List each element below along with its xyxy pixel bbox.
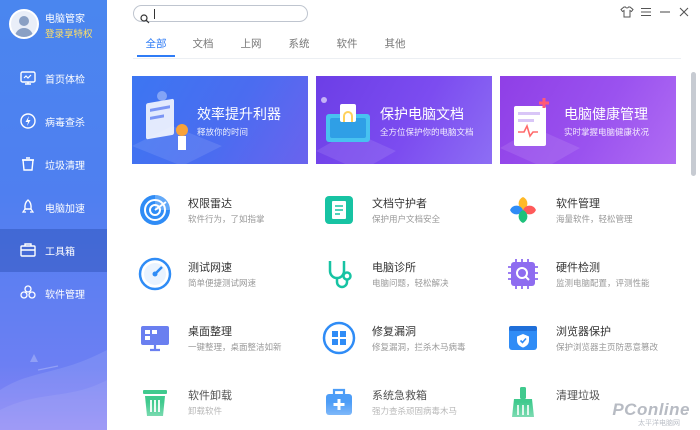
window-controls xyxy=(618,4,692,20)
banner-efficiency[interactable]: 效率提升利器 释放你的时间 xyxy=(132,76,308,164)
tool-subtitle: 简单便捷测试网速 xyxy=(188,279,257,289)
tool-software-manager[interactable]: 软件管理 海量软件，轻松管理 xyxy=(506,193,681,237)
banner-health[interactable]: 电脑健康管理 实时掌握电脑健康状况 xyxy=(500,76,676,164)
tool-browser-protect[interactable]: 浏览器保护 保护浏览器主页防恶意篡改 xyxy=(506,321,681,365)
banner-title: 保护电脑文档 xyxy=(380,107,464,123)
windows-patch-icon xyxy=(322,321,358,357)
broom-icon xyxy=(506,385,542,421)
minimize-icon[interactable] xyxy=(656,4,673,20)
menu-icon[interactable] xyxy=(637,4,654,20)
avatar[interactable] xyxy=(9,9,39,39)
tool-subtitle: 保护用户文档安全 xyxy=(372,215,441,225)
skin-icon[interactable] xyxy=(618,4,635,20)
lightning-shield-icon xyxy=(19,112,37,130)
tool-title: 修复漏洞 xyxy=(372,325,416,338)
sidebar-item-label: 工具箱 xyxy=(45,247,75,258)
tool-document-guard[interactable]: 文档守护者 保护用户文档安全 xyxy=(322,193,497,237)
sidebar-nav: 首页体检 病毒查杀 垃圾清理 电脑加速 工具箱 软件管理 xyxy=(0,57,107,315)
speedometer-icon xyxy=(138,257,174,293)
search-input[interactable] xyxy=(153,7,303,20)
sidebar-item-label: 电脑加速 xyxy=(45,204,85,215)
tool-title: 权限雷达 xyxy=(188,197,232,210)
vertical-scrollbar[interactable] xyxy=(691,72,696,176)
app-title: 电脑管家 xyxy=(45,14,85,25)
login-link[interactable]: 登录享特权 xyxy=(45,26,93,40)
banner-protect-docs[interactable]: 保护电脑文档 全方位保护你的电脑文档 xyxy=(316,76,492,164)
sidebar-item-label: 垃圾清理 xyxy=(45,161,85,172)
software-icon xyxy=(19,284,37,302)
browser-shield-icon xyxy=(506,321,542,357)
tool-subtitle: 卸载软件 xyxy=(188,407,223,417)
tool-fix-vulnerabilities[interactable]: 修复漏洞 修复漏洞，拦杀木马病毒 xyxy=(322,321,497,365)
tool-speed-test[interactable]: 测试网速 简单便捷测试网速 xyxy=(138,257,313,301)
sidebar-item-label: 首页体检 xyxy=(45,75,85,86)
tool-uninstall[interactable]: 软件卸载 卸载软件 xyxy=(138,385,313,429)
radar-icon xyxy=(138,193,174,229)
sidebar-item-software[interactable]: 软件管理 xyxy=(0,272,107,315)
tool-title: 文档守护者 xyxy=(372,197,427,210)
tool-title: 软件管理 xyxy=(556,197,600,210)
sidebar-item-speedup[interactable]: 电脑加速 xyxy=(0,186,107,229)
tab-software[interactable]: 软件 xyxy=(323,34,371,56)
tool-subtitle: 修复漏洞，拦杀木马病毒 xyxy=(372,343,466,353)
sidebar: 电脑管家 登录享特权 首页体检 病毒查杀 垃圾清理 电脑加速 工具箱 软件管理 xyxy=(0,0,107,430)
tab-documents[interactable]: 文档 xyxy=(179,34,227,56)
banner-title: 电脑健康管理 xyxy=(564,107,648,123)
tool-title: 系统急救箱 xyxy=(372,389,427,402)
desktop-icon xyxy=(138,321,174,357)
tool-title: 电脑诊所 xyxy=(372,261,416,274)
tool-title: 浏览器保护 xyxy=(556,325,611,338)
banner-title: 效率提升利器 xyxy=(197,107,281,123)
tool-title: 桌面整理 xyxy=(188,325,232,338)
software-manager-icon xyxy=(506,193,542,229)
tool-subtitle: 海量软件，轻松管理 xyxy=(556,215,633,225)
tool-permission-radar[interactable]: 权限雷达 软件行为，了如指掌 xyxy=(138,193,313,237)
sidebar-item-toolbox[interactable]: 工具箱 xyxy=(0,229,107,272)
tool-subtitle: 强力查杀顽固病毒木马 xyxy=(372,407,458,417)
tool-title: 硬件检测 xyxy=(556,261,600,274)
sidebar-decoration xyxy=(0,350,107,430)
toolbox-icon xyxy=(19,241,37,259)
tool-subtitle: 一键整理，桌面整洁如新 xyxy=(188,343,282,353)
tab-divider xyxy=(133,58,681,59)
search-icon xyxy=(140,9,150,24)
sidebar-item-antivirus[interactable]: 病毒查杀 xyxy=(0,100,107,143)
tool-title: 清理垃圾 xyxy=(556,389,600,402)
tool-subtitle: 保护浏览器主页防恶意篡改 xyxy=(556,343,659,353)
trash-icon xyxy=(19,155,37,173)
sidebar-header: 电脑管家 登录享特权 xyxy=(0,0,107,48)
tool-hardware-check[interactable]: 硬件检测 监测电脑配置，评测性能 xyxy=(506,257,681,301)
sidebar-item-checkup[interactable]: 首页体检 xyxy=(0,57,107,100)
watermark-subtitle: 太平洋电脑网 xyxy=(638,419,680,427)
tab-system[interactable]: 系统 xyxy=(275,34,323,56)
monitor-icon xyxy=(19,69,37,87)
tool-subtitle: 监测电脑配置，评测性能 xyxy=(556,279,650,289)
sidebar-item-label: 病毒查杀 xyxy=(45,118,85,129)
sidebar-item-label: 软件管理 xyxy=(45,290,85,301)
document-guard-icon xyxy=(322,193,358,229)
tool-subtitle: 电脑问题，轻松解决 xyxy=(372,279,449,289)
stethoscope-icon xyxy=(322,257,358,293)
tab-other[interactable]: 其他 xyxy=(371,34,419,56)
sidebar-item-cleanup[interactable]: 垃圾清理 xyxy=(0,143,107,186)
watermark: PConline xyxy=(612,400,690,419)
tab-all[interactable]: 全部 xyxy=(133,34,179,57)
tool-title: 测试网速 xyxy=(188,261,232,274)
uninstall-trash-icon xyxy=(138,385,174,421)
chip-icon xyxy=(506,257,542,293)
rocket-icon xyxy=(19,198,37,216)
banner-subtitle: 实时掌握电脑健康状况 xyxy=(564,128,650,138)
tool-system-rescue[interactable]: 系统急救箱 强力查杀顽固病毒木马 xyxy=(322,385,497,429)
banner-subtitle: 释放你的时间 xyxy=(197,128,249,138)
tool-title: 软件卸载 xyxy=(188,389,232,402)
search-box[interactable] xyxy=(133,5,308,24)
category-tabs: 全部 文档 上网 系统 软件 其他 xyxy=(133,34,419,58)
banner-subtitle: 全方位保护你的电脑文档 xyxy=(380,128,474,138)
tool-pc-clinic[interactable]: 电脑诊所 电脑问题，轻松解决 xyxy=(322,257,497,301)
tool-desktop-organize[interactable]: 桌面整理 一键整理，桌面整洁如新 xyxy=(138,321,313,365)
tab-internet[interactable]: 上网 xyxy=(227,34,275,56)
close-icon[interactable] xyxy=(675,4,692,20)
tool-subtitle: 软件行为，了如指掌 xyxy=(188,215,265,225)
first-aid-icon xyxy=(322,385,358,421)
